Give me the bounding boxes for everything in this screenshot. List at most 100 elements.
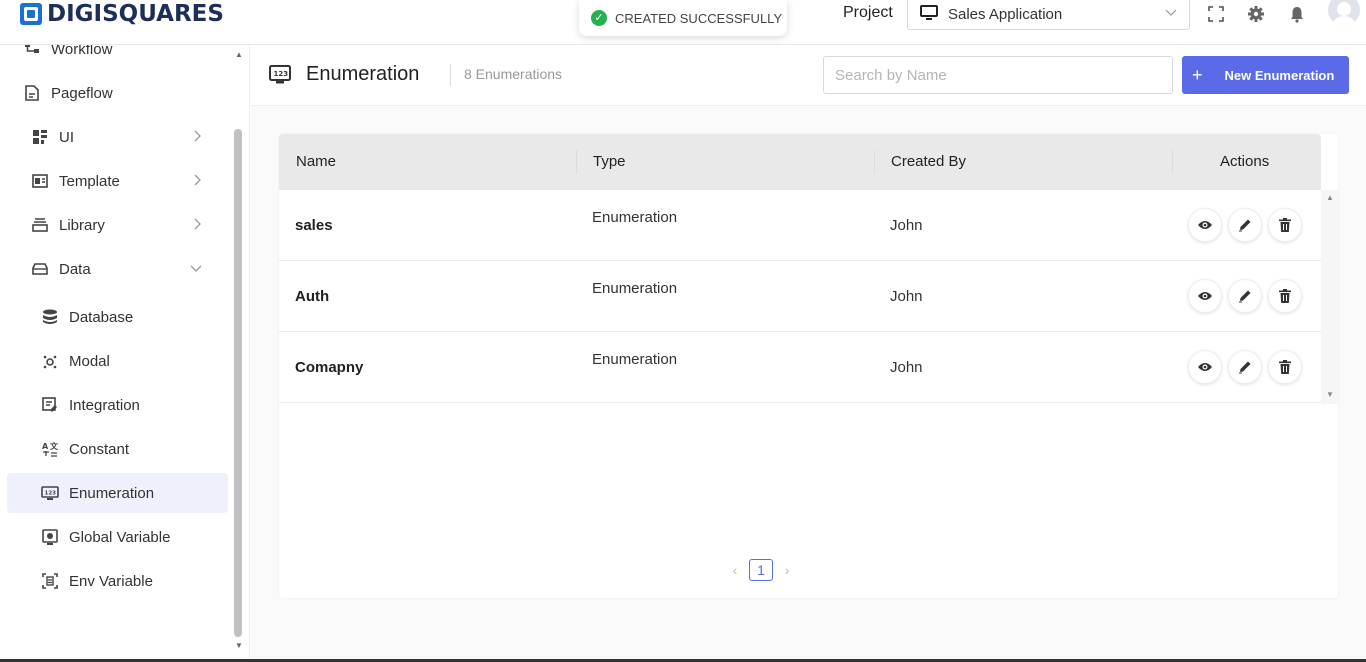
sidebar-item-label: Env Variable <box>69 572 153 590</box>
scroll-up-icon[interactable]: ▲ <box>1326 193 1334 202</box>
page-header: 123 Enumeration 8 Enumerations + New Enu… <box>251 45 1366 106</box>
sidebar-item-label: Global Variable <box>69 528 171 546</box>
sidebar-item-label: Integration <box>69 396 140 414</box>
top-header: DIGISQUARES ✓ CREATED SUCCESSFULLY Proje… <box>0 0 1366 45</box>
sidebar-item-label: Workflow <box>51 45 113 58</box>
delete-button[interactable] <box>1268 208 1302 242</box>
cell-created-by: John <box>890 217 923 234</box>
toast-message: CREATED SUCCESSFULLY <box>615 10 783 26</box>
sidebar-item-library[interactable]: Library <box>7 205 228 245</box>
template-icon <box>31 172 49 190</box>
sidebar-item-label: Template <box>59 172 120 190</box>
sidebar-item-integration[interactable]: Integration <box>7 385 228 425</box>
avatar[interactable] <box>1328 0 1360 26</box>
sidebar-item-label: Enumeration <box>69 484 155 502</box>
edit-button[interactable] <box>1228 350 1262 384</box>
monitor-icon <box>920 4 938 25</box>
scroll-down-icon[interactable]: ▼ <box>235 641 243 650</box>
library-icon <box>31 216 49 234</box>
cell-created-by: John <box>890 359 923 376</box>
prev-page-icon[interactable]: ‹ <box>727 562 743 578</box>
cell-created-by: John <box>890 288 923 305</box>
view-button[interactable] <box>1188 279 1222 313</box>
global-variable-icon <box>41 528 59 546</box>
gear-icon[interactable] <box>1246 4 1266 24</box>
cell-type: Enumeration <box>592 280 678 297</box>
edit-button[interactable] <box>1228 279 1262 313</box>
sidebar-item-data[interactable]: Data <box>7 249 228 289</box>
enumeration-icon: 123 <box>41 484 59 502</box>
chevron-right-icon <box>194 130 202 145</box>
table-row[interactable]: Auth Enumeration John <box>279 261 1321 332</box>
delete-button[interactable] <box>1268 279 1302 313</box>
pageflow-icon <box>23 84 41 102</box>
column-header-created-by[interactable]: Created By <box>891 134 966 190</box>
sidebar-item-ui[interactable]: UI <box>7 117 228 157</box>
sidebar-item-constant[interactable]: A文 Constant <box>7 429 228 469</box>
sidebar-item-pageflow[interactable]: Pageflow <box>7 73 228 113</box>
cell-name: sales <box>295 217 333 234</box>
trash-icon <box>1279 289 1291 303</box>
page-title: Enumeration <box>306 63 420 85</box>
column-header-name[interactable]: Name <box>296 134 336 190</box>
env-variable-icon <box>41 572 59 590</box>
eye-icon <box>1198 221 1212 229</box>
integration-icon <box>41 396 59 414</box>
project-select[interactable]: Sales Application <box>907 0 1190 30</box>
new-enumeration-button[interactable]: + New Enumeration <box>1182 56 1349 94</box>
logo[interactable]: DIGISQUARES <box>20 2 224 26</box>
fullscreen-icon[interactable] <box>1206 4 1226 24</box>
ui-grid-icon <box>31 128 49 146</box>
table-row[interactable]: Comapny Enumeration John <box>279 332 1321 403</box>
pagination: ‹ 1 › <box>727 559 795 581</box>
scroll-down-icon[interactable]: ▼ <box>1326 390 1334 399</box>
constant-icon: A文 <box>41 440 59 458</box>
bell-icon[interactable] <box>1287 4 1307 24</box>
delete-button[interactable] <box>1268 350 1302 384</box>
sidebar-item-database[interactable]: Database <box>7 297 228 337</box>
enumeration-icon: 123 <box>269 65 291 90</box>
chevron-down-icon <box>190 262 202 276</box>
next-page-icon[interactable]: › <box>779 562 795 578</box>
pencil-icon <box>1239 219 1251 232</box>
svg-text:123: 123 <box>45 491 57 497</box>
pencil-icon <box>1239 290 1251 303</box>
workflow-icon <box>23 45 41 58</box>
data-icon <box>31 260 49 278</box>
sidebar-item-enumeration[interactable]: 123 Enumeration <box>7 473 228 513</box>
view-button[interactable] <box>1188 350 1222 384</box>
column-divider <box>1172 150 1173 174</box>
edit-button[interactable] <box>1228 208 1262 242</box>
column-header-type[interactable]: Type <box>593 134 626 190</box>
table-scrollbar[interactable]: ▲ ▼ <box>1321 190 1338 404</box>
trash-icon <box>1279 218 1291 232</box>
sidebar-item-template[interactable]: Template <box>7 161 228 201</box>
table-row[interactable]: sales Enumeration John <box>279 190 1321 261</box>
project-label: Project <box>843 4 893 21</box>
cell-type: Enumeration <box>592 351 678 368</box>
sidebar-item-workflow[interactable]: Workflow <box>7 45 228 69</box>
sidebar-item-modal[interactable]: Modal <box>7 341 228 381</box>
search-input[interactable] <box>823 56 1173 94</box>
column-divider <box>874 150 875 174</box>
sidebar-item-env-variable[interactable]: Env Variable <box>7 561 228 601</box>
eye-icon <box>1198 363 1212 371</box>
sidebar-scrollbar-thumb[interactable] <box>234 129 242 637</box>
page-number[interactable]: 1 <box>749 559 773 581</box>
new-enumeration-label: New Enumeration <box>1224 67 1335 83</box>
database-icon <box>41 308 59 326</box>
column-divider <box>576 150 577 174</box>
view-button[interactable] <box>1188 208 1222 242</box>
project-select-value: Sales Application <box>948 6 1063 23</box>
trash-icon <box>1279 360 1291 374</box>
header-divider <box>450 64 451 86</box>
sidebar-item-label: Modal <box>69 352 110 370</box>
logo-text: DIGISQUARES <box>47 1 224 27</box>
scroll-up-icon[interactable]: ▲ <box>235 50 243 59</box>
cell-type: Enumeration <box>592 209 678 226</box>
sidebar-item-global-variable[interactable]: Global Variable <box>7 517 228 557</box>
eye-icon <box>1198 292 1212 300</box>
sidebar-item-label: Library <box>59 216 105 234</box>
plus-icon: + <box>1192 65 1203 85</box>
enumeration-table-card: Name Type Created By Actions sales Enume… <box>279 134 1338 598</box>
